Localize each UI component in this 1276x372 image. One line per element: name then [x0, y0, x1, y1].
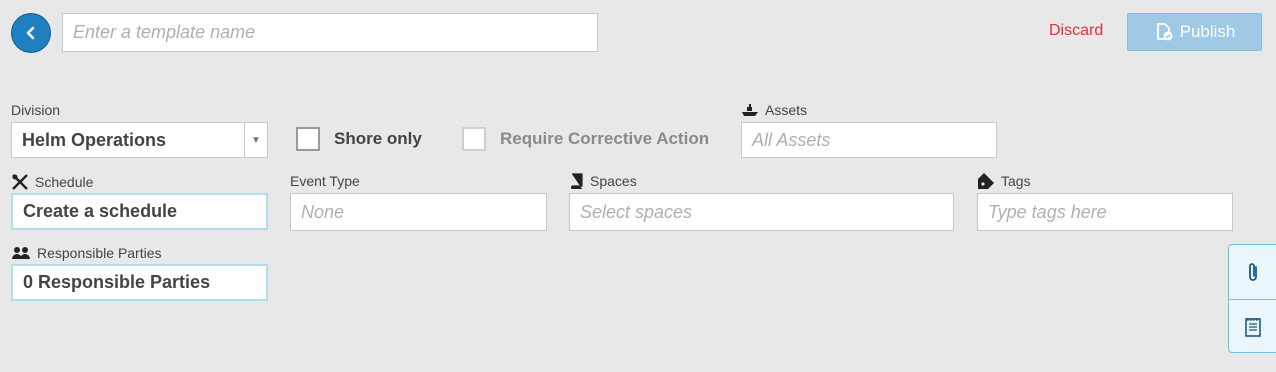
schedule-label: Schedule	[11, 173, 93, 191]
template-name-placeholder: Enter a template name	[73, 22, 256, 42]
people-icon	[12, 247, 30, 259]
division-value: Helm Operations	[22, 129, 167, 150]
division-label: Division	[11, 102, 61, 118]
publish-button[interactable]: Publish	[1127, 13, 1262, 51]
book-icon	[570, 173, 583, 189]
responsible-parties-button[interactable]: 0 Responsible Parties	[11, 264, 268, 301]
paperclip-icon	[1248, 263, 1257, 281]
ship-icon	[742, 104, 758, 116]
spaces-label: Spaces	[570, 173, 637, 189]
spaces-placeholder: Select spaces	[580, 201, 693, 222]
responsible-parties-value: 0 Responsible Parties	[23, 272, 211, 292]
template-name-input[interactable]: Enter a template name	[62, 13, 598, 52]
assets-placeholder: All Assets	[752, 129, 831, 150]
document-check-icon	[1156, 23, 1173, 41]
publish-label: Publish	[1179, 22, 1236, 41]
division-select[interactable]: Helm Operations ▼	[11, 122, 268, 158]
notes-button[interactable]	[1229, 300, 1276, 354]
discard-button[interactable]: Discard	[1049, 22, 1103, 40]
tools-icon	[12, 174, 28, 190]
assets-label: Assets	[741, 102, 807, 118]
attachments-button[interactable]	[1229, 245, 1276, 299]
tag-icon	[978, 173, 994, 189]
event-type-label: Event Type	[290, 173, 360, 189]
notes-icon	[1244, 318, 1261, 337]
back-button[interactable]	[11, 13, 51, 53]
dropdown-arrow-icon: ▼	[244, 123, 267, 157]
shore-only-toggle[interactable]: Shore only	[296, 127, 422, 151]
event-type-input[interactable]: None	[290, 193, 547, 231]
require-corrective-label: Require Corrective Action	[500, 129, 710, 148]
responsible-parties-label: Responsible Parties	[11, 245, 162, 261]
spaces-input[interactable]: Select spaces	[569, 193, 954, 231]
schedule-value: Create a schedule	[23, 201, 178, 221]
side-panel	[1228, 244, 1276, 353]
tags-label: Tags	[977, 173, 1031, 189]
tags-placeholder: Type tags here	[988, 201, 1107, 222]
require-corrective-checkbox[interactable]	[462, 127, 486, 151]
event-type-placeholder: None	[301, 201, 345, 222]
require-corrective-toggle[interactable]: Require Corrective Action	[462, 127, 709, 151]
shore-only-label: Shore only	[334, 129, 422, 148]
shore-only-checkbox[interactable]	[296, 127, 320, 151]
schedule-button[interactable]: Create a schedule	[11, 193, 268, 230]
tags-input[interactable]: Type tags here	[977, 193, 1233, 231]
assets-input[interactable]: All Assets	[741, 122, 997, 158]
chevron-left-icon	[26, 26, 35, 40]
